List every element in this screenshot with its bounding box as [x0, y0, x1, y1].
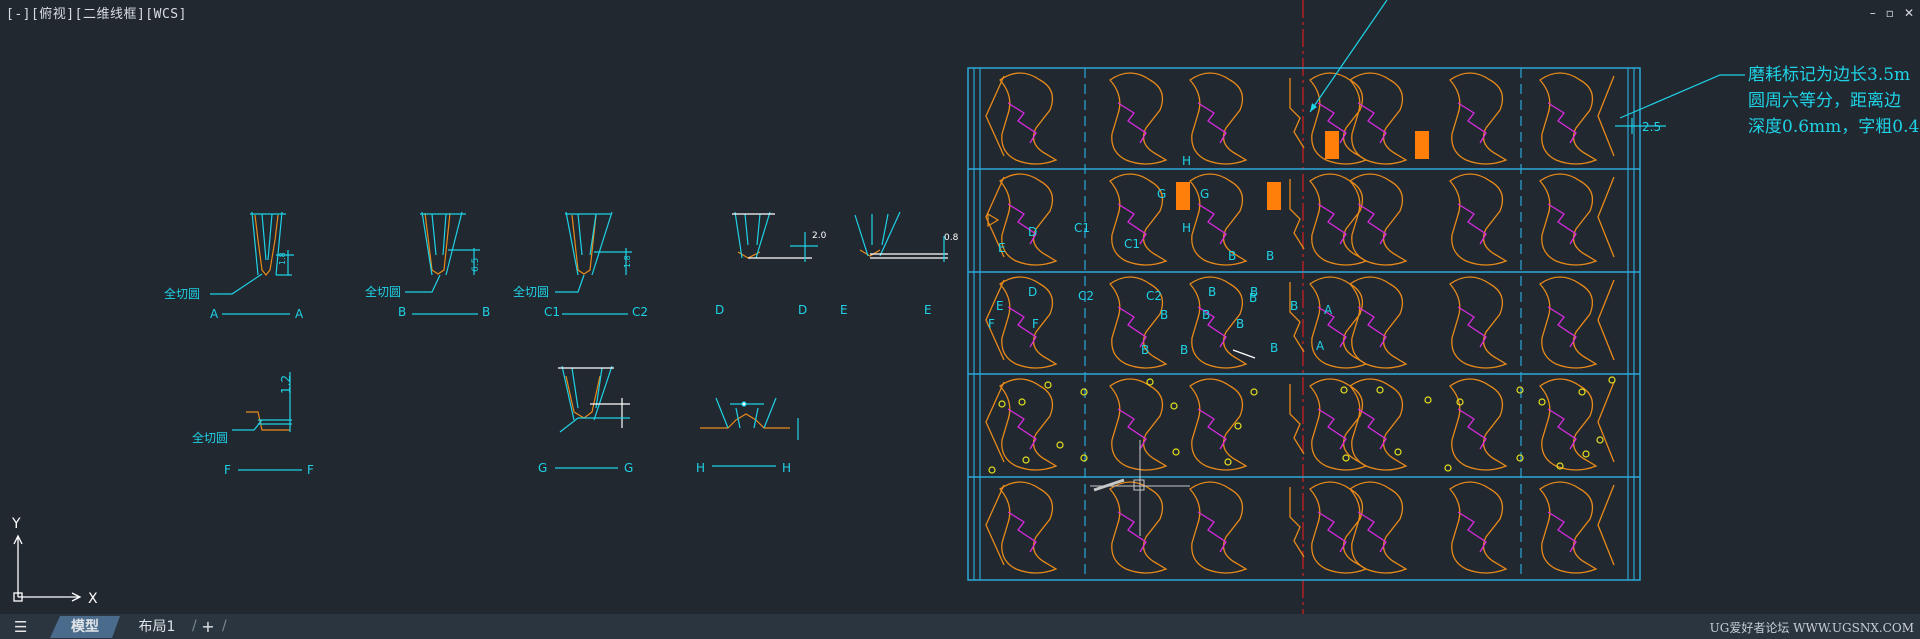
svg-text:1.8: 1.8 [278, 252, 287, 265]
section-f-left: F [224, 463, 231, 477]
tread-label: D [1028, 285, 1037, 299]
section-a: 1.8 [210, 211, 294, 315]
tread-pattern [967, 0, 1745, 614]
section-h-right: H [782, 461, 791, 475]
section-d-dim: 2.0 [812, 231, 827, 241]
tread-label: G [1157, 187, 1166, 201]
section-d-right: D [798, 303, 807, 317]
section-a-left: A [210, 307, 219, 321]
tread-label: B [1236, 317, 1244, 331]
section-e [854, 211, 948, 262]
tread-label: D [1028, 225, 1037, 239]
section-c: 1.8 [555, 211, 632, 315]
section-e-dim: 0.8 [944, 233, 959, 243]
tread-label: C1 [1124, 237, 1140, 251]
watermark: UG爱好者论坛 WWW.UGSNX.COM [1709, 621, 1914, 635]
section-d-left: D [715, 303, 724, 317]
section-f-right: F [307, 463, 314, 477]
tread-label: F [1032, 317, 1039, 331]
section-h [700, 397, 799, 467]
tread-label: B [1160, 308, 1168, 322]
tread-label: B [1208, 285, 1216, 299]
tread-label: H [1182, 154, 1191, 168]
tread-label: A [1316, 339, 1325, 353]
section-a-right: A [295, 307, 304, 321]
section-h-left: H [696, 461, 705, 475]
add-layout-button[interactable]: + [196, 616, 220, 638]
tab-model[interactable]: 模型 [50, 616, 120, 638]
section-g-left: G [538, 461, 547, 475]
tread-label: B [1180, 343, 1188, 357]
tread-label: B [1290, 299, 1298, 313]
tread-label: E [996, 299, 1004, 313]
tab-layout1[interactable]: 布局1 [122, 616, 192, 638]
section-f-dim: 1.2 [279, 375, 293, 394]
section-e-right: E [924, 303, 932, 317]
annotation-line: 深度0.6mm，字粗0.4 [1748, 117, 1920, 137]
tread-label: G [1200, 187, 1209, 201]
tread-label: B [1202, 308, 1210, 322]
section-d [732, 211, 818, 262]
ucs-y-label: Y [11, 516, 21, 532]
drawing-canvas[interactable]: 1.8 全切圆 A A 6.5 全切圆 B B 1.8 全切圆 C1 C2 2.… [0, 0, 1920, 614]
status-bar: ☰ 模型 布局1 / + / UG爱好者论坛 WWW.UGSNX.COM [0, 614, 1920, 639]
section-b [405, 211, 480, 315]
section-f-note: 全切圆 [192, 430, 228, 445]
section-c-left: C1 [544, 305, 560, 319]
tread-label: A [1324, 303, 1333, 317]
section-g [555, 365, 630, 469]
tab-separator: / [222, 618, 227, 634]
tread-label: C1 [1074, 221, 1090, 235]
tread-label: B [1228, 249, 1236, 263]
annotation-line: 磨耗标记为边长3.5m [1748, 65, 1911, 85]
tread-label: F [988, 317, 995, 331]
tread-label: C2 [1146, 289, 1162, 303]
annotation-line: 圆周六等分，距离边 [1748, 91, 1901, 111]
ucs-icon [13, 534, 82, 602]
tread-label: E [998, 241, 1006, 255]
section-b-dim: 6.5 [471, 258, 481, 272]
window-controls: – ▫ ✕ [1870, 6, 1914, 20]
tread-label: H [1182, 221, 1191, 235]
wear-mark-annotation: 磨耗标记为边长3.5m 圆周六等分，距离边 深度0.6mm，字粗0.4 [1748, 62, 1919, 140]
section-c-right: C2 [632, 305, 648, 319]
tread-label: B [1270, 341, 1278, 355]
tread-label: B [1141, 343, 1149, 357]
ucs-x-label: X [88, 591, 98, 607]
close-icon[interactable]: ✕ [1904, 6, 1914, 20]
tread-label: B [1266, 249, 1274, 263]
tread-label: B [1249, 291, 1257, 305]
section-b-left: B [398, 305, 406, 319]
minimize-icon[interactable]: – [1870, 6, 1876, 20]
tread-label: C2 [1078, 289, 1094, 303]
menu-icon[interactable]: ☰ [14, 618, 27, 636]
viewport-label[interactable]: [-][俯视][二维线框][WCS] [6, 3, 187, 22]
section-b-note: 全切圆 [365, 284, 401, 299]
dim-right: 2.5 [1642, 120, 1661, 134]
section-b-right: B [482, 305, 490, 319]
section-e-left: E [840, 303, 848, 317]
section-a-note: 全切圆 [164, 286, 200, 301]
section-g-right: G [624, 461, 633, 475]
section-c-note: 全切圆 [513, 284, 549, 299]
restore-icon[interactable]: ▫ [1886, 6, 1894, 20]
svg-text:1.8: 1.8 [623, 255, 632, 268]
